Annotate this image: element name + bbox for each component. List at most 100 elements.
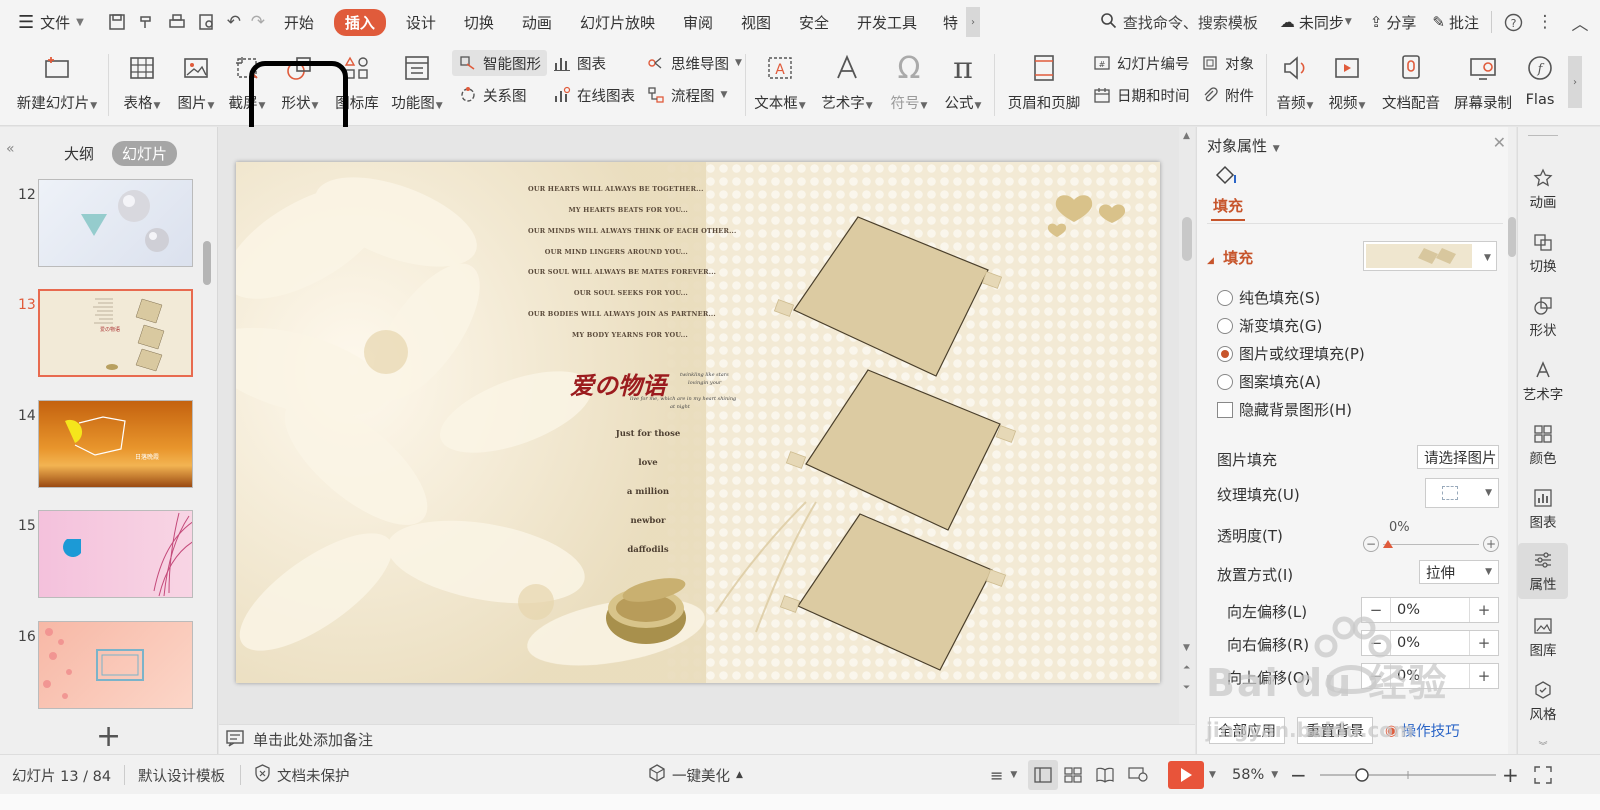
doc-dub-button[interactable]: 文档配音	[1378, 48, 1444, 120]
properties-title[interactable]: 对象属性 ▼	[1207, 135, 1280, 156]
slide-thumbnail-row[interactable]: 12	[0, 179, 210, 273]
reset-background-button[interactable]: 重置背景	[1297, 717, 1373, 744]
picture-texture-fill-option[interactable]: 图片或纹理填充(P)	[1217, 343, 1365, 364]
slide-thumbnail-current[interactable]: 爱の物语	[38, 289, 193, 377]
print-icon[interactable]	[162, 0, 192, 44]
notes-bar[interactable]: 单击此处添加备注	[219, 724, 1195, 754]
video-button[interactable]: 视频▼	[1324, 48, 1370, 120]
radio-button[interactable]	[1217, 317, 1233, 334]
symbol-button[interactable]: Ω 符号▼	[884, 48, 934, 120]
radio-button[interactable]	[1217, 373, 1233, 390]
presenter-view-button[interactable]	[1128, 755, 1148, 795]
slide-thumbnail[interactable]	[38, 621, 193, 709]
play-slideshow-button[interactable]	[1168, 761, 1204, 789]
checkbox[interactable]	[1217, 401, 1233, 418]
slide-thumbnail-row-current[interactable]: 13 爱の物语	[0, 289, 210, 383]
object-button[interactable]: 对象	[1200, 50, 1254, 76]
fill-section-header[interactable]: ◢ 填充	[1207, 247, 1253, 268]
tab-insert[interactable]: 插入	[328, 0, 392, 44]
slide-thumbnail-row[interactable]: 14 日落晚霞	[0, 400, 210, 494]
gradient-fill-option[interactable]: 渐变填充(G)	[1217, 315, 1322, 336]
share-button[interactable]: ⇪ 分享	[1362, 0, 1425, 44]
screen-record-button[interactable]: 屏幕录制	[1450, 48, 1516, 120]
new-slide-button[interactable]: 新建幻灯片▼	[12, 48, 102, 120]
pattern-fill-option[interactable]: 图案填充(A)	[1217, 371, 1321, 392]
scroll-up-icon[interactable]: ▲	[1183, 131, 1190, 141]
tab-security[interactable]: 安全	[785, 0, 843, 44]
tab-slideshow[interactable]: 幻灯片放映	[566, 0, 669, 44]
tab-fill[interactable]: 填充	[1213, 195, 1243, 216]
online-chart-button[interactable]: 在线图表	[552, 82, 635, 108]
canvas-vertical-scrollbar[interactable]: ▲ ▼ ⏶ ⏷	[1179, 127, 1195, 724]
zoom-out-button[interactable]: −	[1290, 755, 1307, 795]
slide-thumbnail-row[interactable]: 16	[0, 621, 210, 715]
tab-review[interactable]: 审阅	[669, 0, 727, 44]
formula-button[interactable]: π 公式▼	[940, 48, 986, 120]
radio-button-selected[interactable]	[1217, 345, 1233, 362]
command-search[interactable]: 查找命令、搜索模板	[1088, 12, 1270, 33]
fit-window-button[interactable]	[1534, 755, 1552, 795]
beautify-button[interactable]: 一键美化 ▲	[648, 755, 743, 795]
increase-icon[interactable]: +	[1470, 667, 1498, 685]
decrease-icon[interactable]: −	[1362, 667, 1390, 685]
header-footer-button[interactable]: 页眉和页脚	[1004, 48, 1084, 120]
textbox-button[interactable]: A 文本框▼	[752, 48, 808, 120]
choose-picture-button[interactable]: 请选择图片	[1417, 445, 1499, 469]
slide-thumbnail[interactable]: 日落晚霞	[38, 400, 193, 488]
zoom-slider-track[interactable]	[1320, 765, 1496, 785]
tab-animation[interactable]: 动画	[508, 0, 566, 44]
decrease-icon[interactable]: −	[1362, 601, 1390, 619]
print-preview-icon[interactable]	[192, 0, 222, 44]
increase-icon[interactable]: +	[1470, 634, 1498, 652]
offset-left-value[interactable]: 0%	[1390, 598, 1470, 622]
zoom-level[interactable]: 58% ▼	[1232, 755, 1278, 795]
flowchart-button[interactable]: 流程图 ▼	[646, 82, 727, 108]
relation-chart-button[interactable]: 关系图	[458, 82, 527, 108]
tab-transition[interactable]: 切换	[450, 0, 508, 44]
wordart-button[interactable]: 艺术字▼	[818, 48, 876, 120]
rail-expand-icon[interactable]: ︾	[1518, 739, 1568, 752]
increase-icon[interactable]: +	[1470, 601, 1498, 619]
offset-up-value[interactable]: 0%	[1390, 664, 1470, 688]
rail-shape[interactable]: 形状	[1518, 293, 1568, 339]
chart-button[interactable]: 图表	[552, 50, 606, 76]
scrollbar-thumb[interactable]	[1182, 217, 1192, 261]
tab-view[interactable]: 视图	[727, 0, 785, 44]
tab-outline[interactable]: 大纲	[54, 141, 104, 166]
normal-view-button[interactable]	[1028, 760, 1058, 790]
properties-scrollbar[interactable]	[1506, 127, 1516, 754]
tab-start[interactable]: 开始	[270, 0, 328, 44]
apply-all-button[interactable]: 全部应用	[1209, 717, 1285, 744]
help-icon[interactable]: ?	[1496, 0, 1530, 44]
slide-thumbnail[interactable]	[38, 179, 193, 267]
sorter-view-button[interactable]	[1064, 755, 1082, 795]
placement-dropdown[interactable]: 拉伸 ▼	[1419, 560, 1499, 584]
tab-developer[interactable]: 开发工具	[843, 0, 931, 44]
notes-view-toggle[interactable]: ≡ ▼	[990, 755, 1017, 795]
increase-icon[interactable]: +	[1483, 536, 1499, 552]
slider-track[interactable]	[1383, 544, 1479, 545]
datetime-button[interactable]: 日期和时间	[1092, 82, 1190, 108]
collapse-panel-icon[interactable]: «	[6, 141, 15, 157]
more-icon[interactable]: ⋮	[1530, 0, 1560, 44]
decrease-icon[interactable]: −	[1362, 634, 1390, 652]
annotate-button[interactable]: ✎ 批注	[1424, 0, 1487, 44]
hide-background-option[interactable]: 隐藏背景图形(H)	[1217, 399, 1352, 420]
function-chart-button[interactable]: 功能图▼	[390, 48, 444, 120]
ribbon-scroll-right-button[interactable]: ›	[1568, 56, 1582, 108]
design-template[interactable]: 默认设计模板	[138, 755, 225, 795]
redo-icon[interactable]: ↷	[246, 0, 270, 44]
prev-slide-icon[interactable]: ⏶	[1183, 663, 1190, 673]
slide-thumbnail[interactable]	[38, 510, 193, 598]
rail-color[interactable]: 颜色	[1518, 421, 1568, 467]
rail-properties[interactable]: 属性	[1518, 543, 1568, 599]
rail-style[interactable]: 风格	[1518, 677, 1568, 723]
fill-preview-dropdown[interactable]: ▼	[1363, 241, 1497, 271]
rail-transition[interactable]: 切换	[1518, 229, 1568, 275]
reading-view-button[interactable]	[1096, 755, 1114, 795]
current-slide[interactable]: OUR HEARTS WILL ALWAYS BE TOGETHER... MY…	[236, 162, 1160, 683]
attachment-button[interactable]: 附件	[1200, 82, 1254, 108]
tabs-scroll-right-button[interactable]: ›	[966, 7, 981, 37]
tips-link[interactable]: ◉ 操作技巧	[1385, 720, 1460, 741]
offset-left-stepper[interactable]: − 0% +	[1361, 597, 1499, 623]
